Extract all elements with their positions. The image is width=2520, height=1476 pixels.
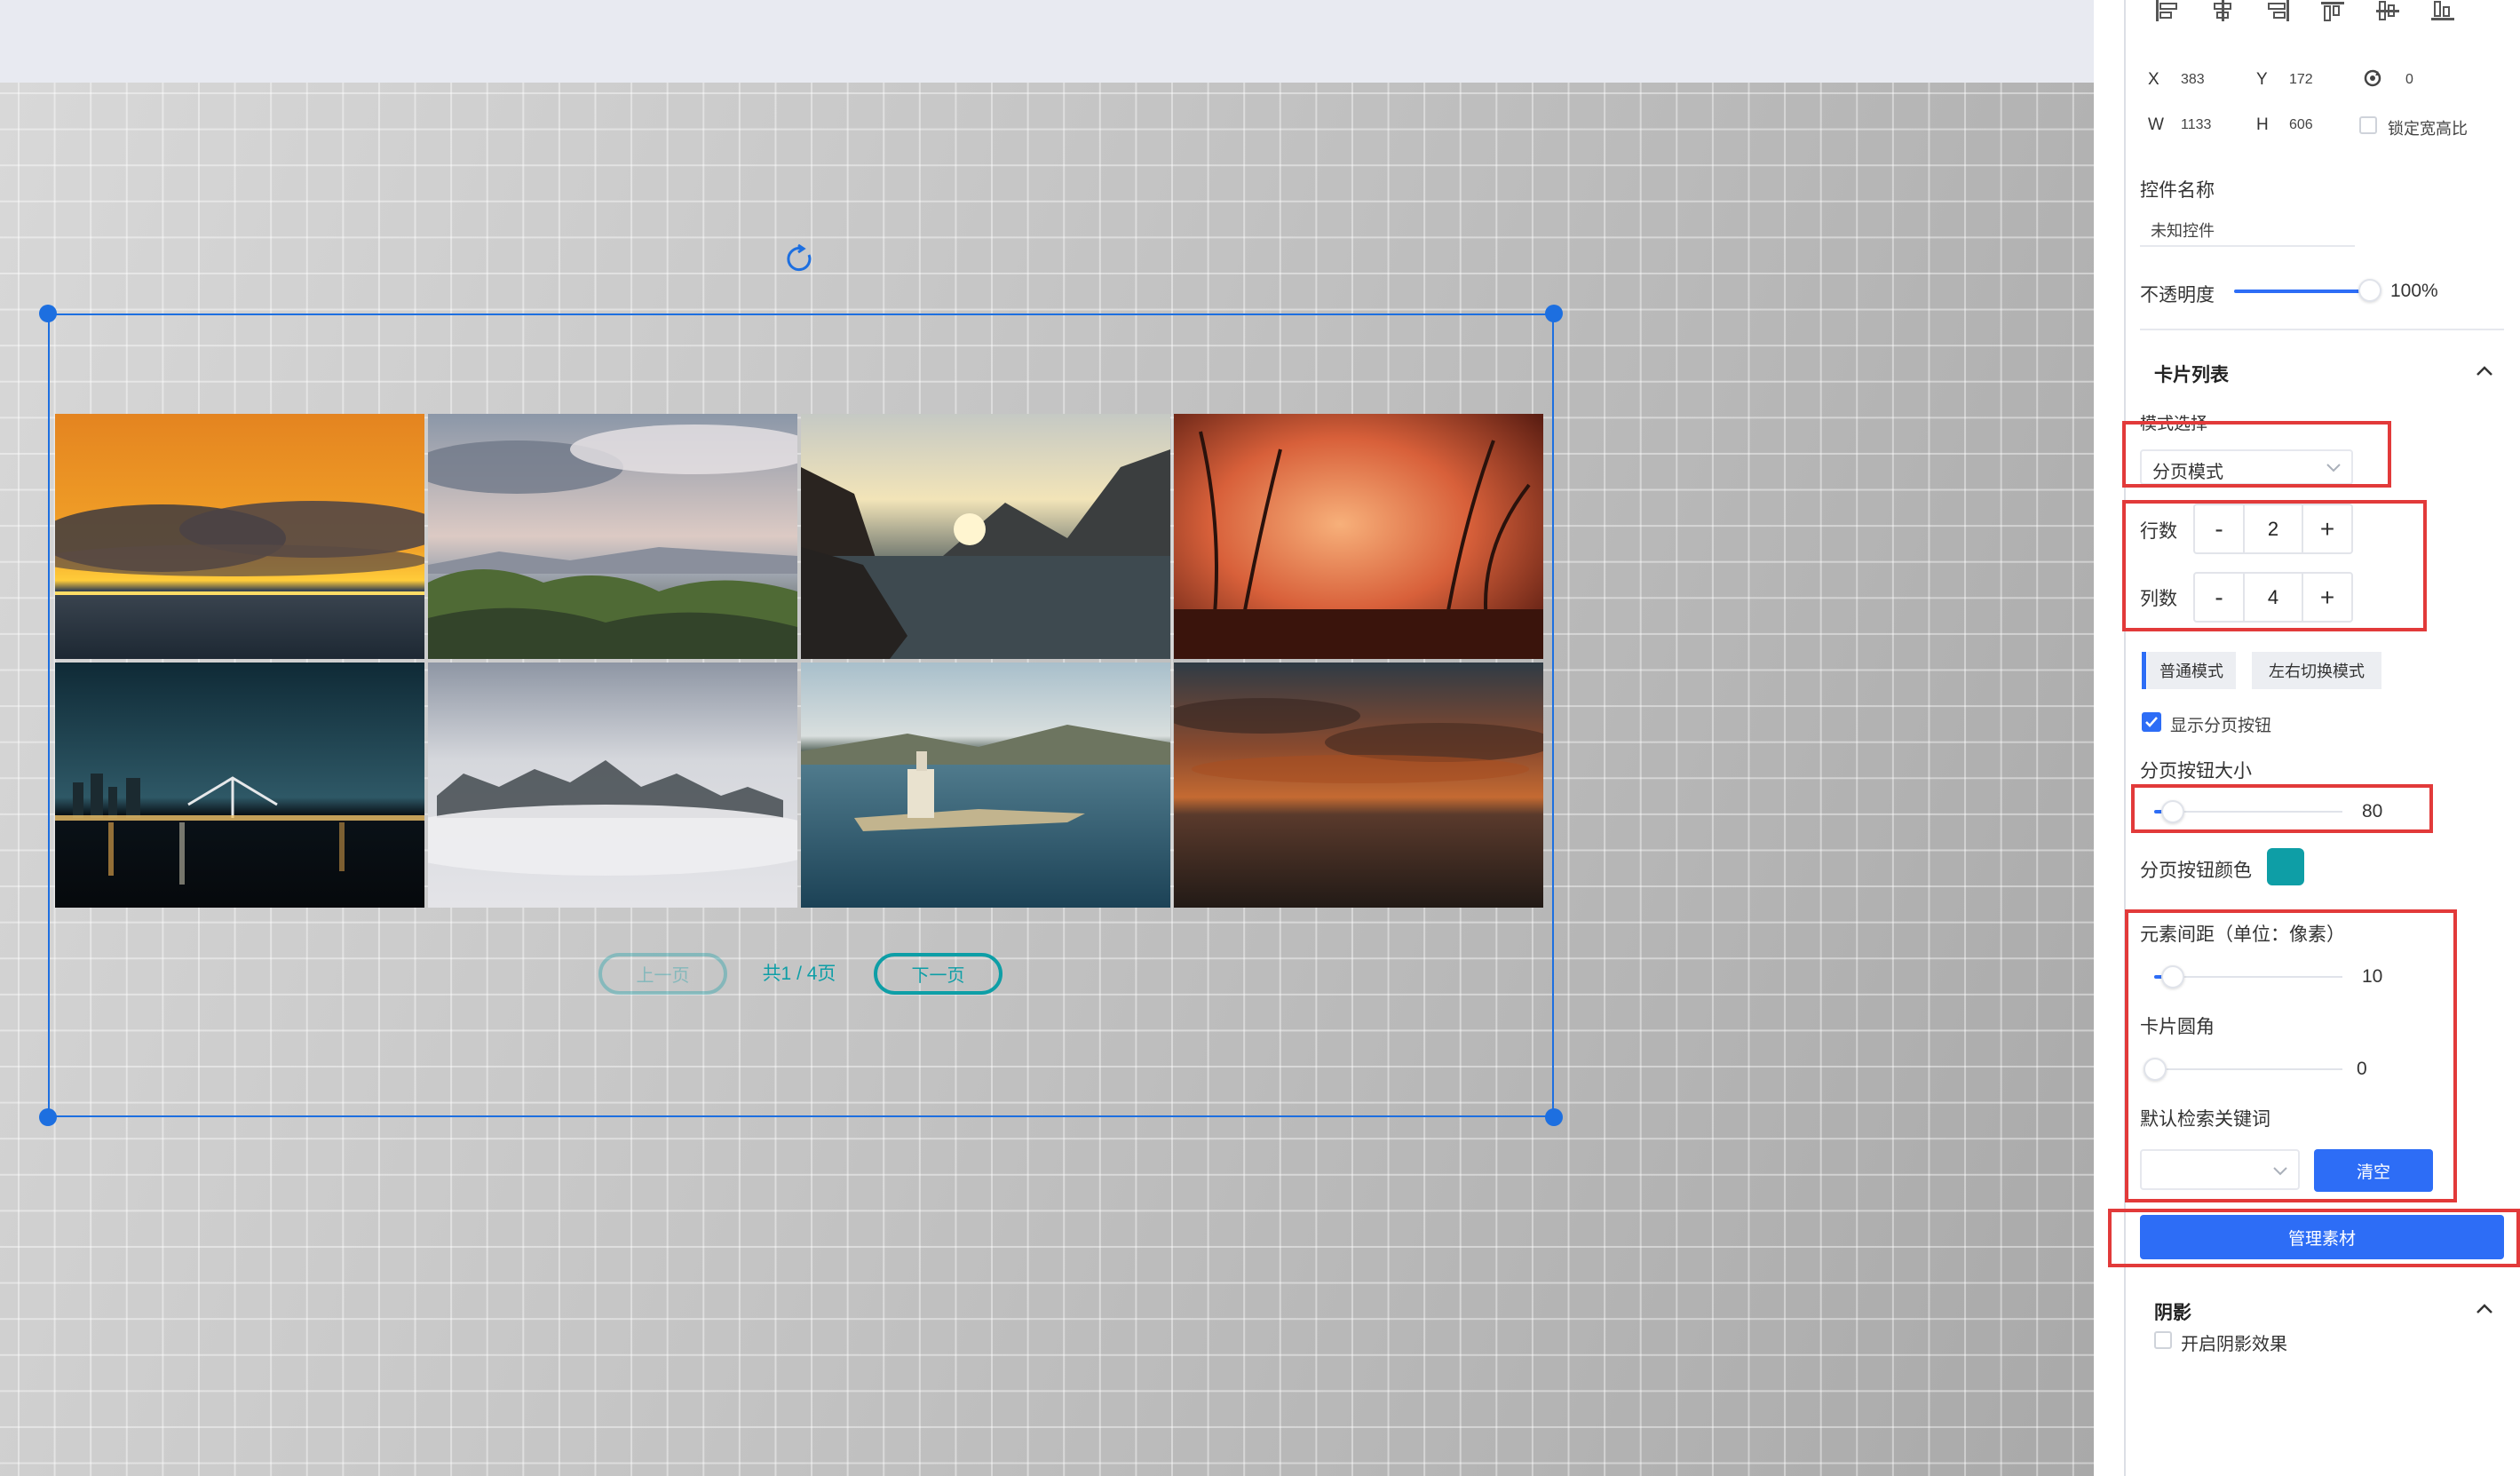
opacity-value: 100% [2390, 281, 2438, 301]
chevron-up-icon[interactable] [2474, 1298, 2495, 1320]
page-button-color-label: 分页按钮颜色 [2140, 861, 2252, 881]
page-button-color-swatch[interactable] [2267, 848, 2304, 885]
y-value[interactable]: 172 [2289, 72, 2313, 88]
resize-handle-top-left[interactable] [39, 305, 57, 322]
shadow-checkbox[interactable] [2154, 1331, 2172, 1349]
w-label: W [2148, 115, 2164, 134]
align-bottom-icon[interactable] [2429, 0, 2456, 21]
prev-page-button[interactable]: 上一页 [598, 953, 727, 995]
resize-handle-bottom-left[interactable] [39, 1108, 57, 1126]
highlight-box-manage [2108, 1209, 2520, 1267]
mode-tab-active-indicator [2142, 652, 2146, 689]
show-page-button-label: 显示分页按钮 [2170, 717, 2272, 735]
x-value[interactable]: 383 [2181, 72, 2205, 88]
rotate-angle-icon [2362, 67, 2383, 94]
align-center-horizontal-icon[interactable] [2209, 0, 2236, 21]
control-name-underline [2140, 245, 2355, 247]
highlight-box-grid [2122, 500, 2427, 631]
h-value[interactable]: 606 [2289, 117, 2313, 133]
resize-handle-top-right[interactable] [1545, 305, 1563, 322]
card-list-title: 卡片列表 [2154, 365, 2229, 385]
w-value[interactable]: 1133 [2181, 117, 2211, 133]
control-name-input[interactable]: 未知控件 [2151, 218, 2215, 242]
lock-ratio-checkbox[interactable] [2359, 116, 2377, 134]
divider [2140, 329, 2504, 330]
shadow-enable-label: 开启阴影效果 [2181, 1335, 2287, 1354]
highlight-box-spacing [2125, 909, 2457, 1202]
photo-lake-mountains[interactable] [801, 414, 1170, 659]
opacity-slider-fill [2234, 290, 2369, 293]
next-page-button[interactable]: 下一页 [874, 953, 1002, 995]
align-middle-vertical-icon[interactable] [2374, 0, 2401, 21]
chevron-up-icon[interactable] [2474, 361, 2495, 382]
resize-handle-bottom-right[interactable] [1545, 1108, 1563, 1126]
photo-sunset-clouds-sea[interactable] [55, 414, 424, 659]
align-right-icon[interactable] [2264, 0, 2291, 21]
page-info: 共1 / 4页 [762, 964, 836, 984]
align-top-icon[interactable] [2319, 0, 2346, 21]
photo-city-night-bridge[interactable] [55, 663, 424, 908]
highlight-box-mode [2122, 421, 2391, 488]
rotate-icon[interactable] [781, 242, 817, 277]
tab-slide-mode[interactable]: 左右切换模式 [2252, 652, 2381, 689]
photo-dunes-mountains[interactable] [428, 414, 797, 659]
h-label: H [2256, 115, 2269, 134]
lock-ratio-label: 锁定宽高比 [2388, 120, 2468, 138]
tab-normal-mode[interactable]: 普通模式 [2147, 652, 2236, 689]
shadow-title: 阴影 [2154, 1303, 2191, 1323]
opacity-slider-knob[interactable] [2358, 279, 2381, 302]
photo-grass-silhouette[interactable] [1174, 414, 1543, 659]
show-page-button-checkbox[interactable] [2142, 712, 2161, 732]
align-left-icon[interactable] [2154, 0, 2181, 21]
opacity-label: 不透明度 [2140, 285, 2215, 306]
y-label: Y [2256, 70, 2268, 89]
control-name-label: 控件名称 [2140, 180, 2215, 201]
canvas-top-strip [0, 0, 2094, 83]
x-label: X [2148, 70, 2159, 89]
photo-cloudy-sea-dusk[interactable] [1174, 663, 1543, 908]
photo-misty-forest[interactable] [428, 663, 797, 908]
rotate-value[interactable]: 0 [2405, 72, 2413, 88]
photo-lighthouse-island[interactable] [801, 663, 1170, 908]
page-button-size-label: 分页按钮大小 [2140, 761, 2252, 782]
highlight-box-size [2131, 784, 2433, 833]
